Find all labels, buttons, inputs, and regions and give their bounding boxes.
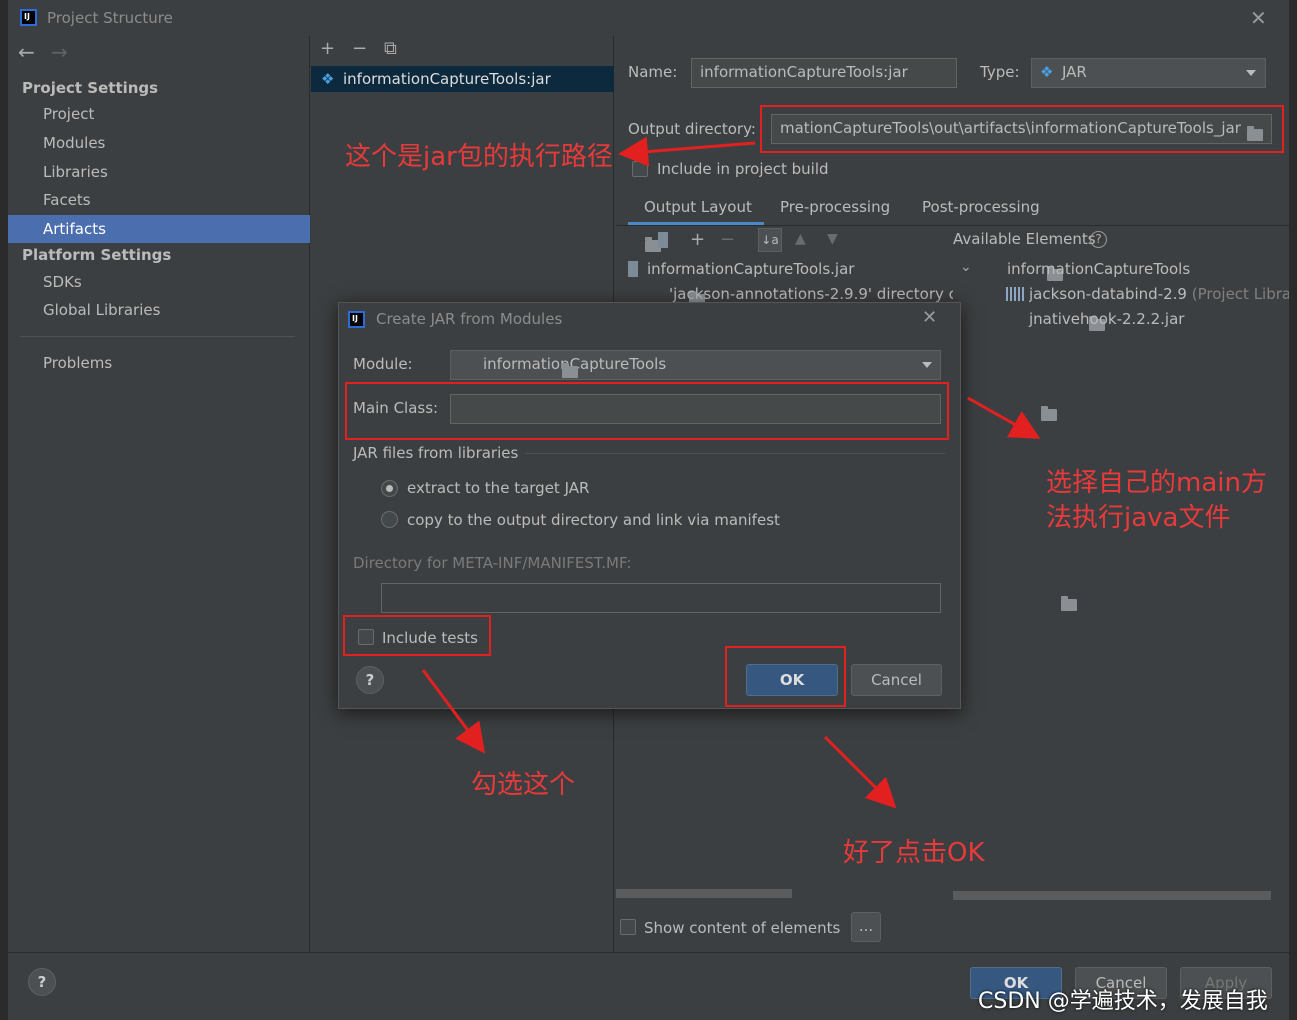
ok-button-arrow xyxy=(823,735,897,809)
output-directory-arrow xyxy=(618,136,756,167)
ok-annotation: 好了点击OK xyxy=(843,838,985,868)
main-class-arrow xyxy=(967,396,1041,439)
include-tests-arrow xyxy=(421,669,486,754)
main-class-annotation-line1: 选择自己的main方 xyxy=(1046,468,1267,498)
include-tests-annotation: 勾选这个 xyxy=(471,770,576,800)
main-class-annotation-line2: 法执行java文件 xyxy=(1046,503,1231,533)
output-directory-annotation: 这个是jar包的执行路径 xyxy=(345,142,613,172)
